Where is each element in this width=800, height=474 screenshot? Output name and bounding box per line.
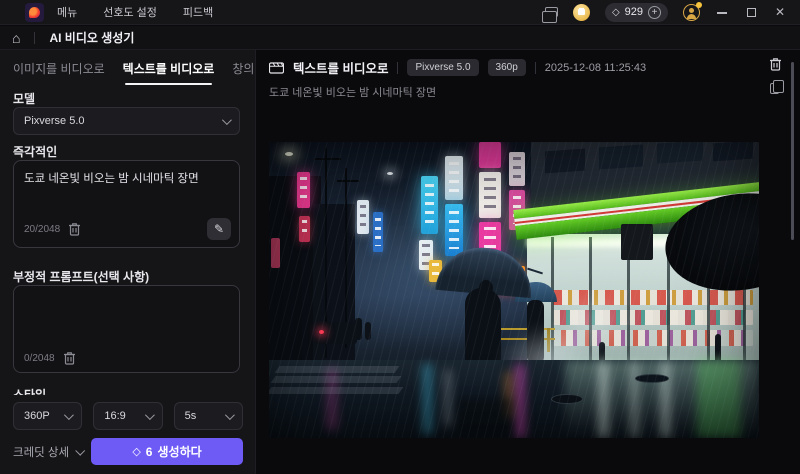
copy-prompt-icon[interactable] <box>770 80 784 94</box>
add-credits-icon[interactable]: + <box>648 5 661 19</box>
negative-counter: 0/2048 <box>24 352 55 364</box>
close-button[interactable]: ✕ <box>773 5 787 19</box>
prompt-text: 도쿄 네온빛 비오는 밤 시네마틱 장면 <box>24 173 199 185</box>
mode-tabs: 이미지를 비디오로 텍스트를 비디오로 창의적인 효과 <box>13 60 255 85</box>
vignette <box>269 142 759 438</box>
clear-negative-icon[interactable] <box>63 351 76 365</box>
home-icon[interactable]: ⌂ <box>12 31 20 45</box>
account-icon[interactable] <box>683 1 702 21</box>
titlebar: 메뉴 선호도 설정 피드백 ◇ 929 + ✕ <box>0 0 800 25</box>
duration-select[interactable]: 5s <box>173 402 243 430</box>
chevron-down-icon <box>224 409 235 420</box>
model-label: 모델 <box>13 92 36 106</box>
aspect-ratio-select[interactable]: 16:9 <box>93 402 163 430</box>
credits-detail-toggle[interactable]: 크레딧 상세 <box>13 444 86 460</box>
resolution-badge: 360p <box>487 59 526 76</box>
minimize-icon <box>717 12 727 14</box>
credits-pill[interactable]: ◇ 929 + <box>604 2 668 22</box>
chevron-down-icon <box>144 409 155 420</box>
result-prompt-line: 도쿄 네온빛 비오는 밤 시네마틱 장면 <box>269 87 437 99</box>
negative-prompt-textarea[interactable]: 0/2048 <box>13 285 240 373</box>
style-label-clipped: 스타일 <box>13 388 47 395</box>
diamond-icon: ◇ <box>132 446 141 458</box>
prompt-label: 즉각적인 <box>13 145 58 159</box>
chevron-down-icon <box>75 445 86 456</box>
menu-item-menu[interactable]: 메뉴 <box>57 4 77 20</box>
generate-cost: 6 <box>145 444 153 459</box>
settings-panel: 이미지를 비디오로 텍스트를 비디오로 창의적인 효과 모델 Pixverse … <box>0 50 256 474</box>
model-badge: Pixverse 5.0 <box>407 59 479 76</box>
result-title: 텍스트를 비디오로 <box>293 62 389 76</box>
navbar: ⌂ AI 비디오 생성기 <box>0 26 800 50</box>
aspect-ratio-value: 16:9 <box>104 410 126 422</box>
resolution-value: 360P <box>24 410 50 422</box>
video-preview[interactable] <box>269 142 759 438</box>
resolution-select[interactable]: 360P <box>13 402 83 430</box>
credits-count: 929 <box>624 6 643 18</box>
ai-rewrite-button[interactable]: ✎ <box>207 218 231 240</box>
prompt-textarea[interactable]: 도쿄 네온빛 비오는 밤 시네마틱 장면 20/2048 ✎ <box>13 160 240 248</box>
generate-label: 생성하다 <box>157 445 202 459</box>
logo-glyph <box>29 6 40 18</box>
menu-bar: 메뉴 선호도 설정 피드백 <box>57 4 213 20</box>
menu-item-feedback[interactable]: 피드백 <box>183 4 213 20</box>
delete-result-icon[interactable] <box>769 57 782 71</box>
generation-options: 360P 16:9 5s <box>13 402 243 430</box>
chevron-down-icon <box>221 114 232 125</box>
result-panel: 텍스트를 비디오로 Pixverse 5.0 360p 2025-12-08 1… <box>257 50 800 474</box>
credits-detail-label: 크레딧 상세 <box>13 446 70 459</box>
minimize-button[interactable] <box>715 5 729 19</box>
result-header: 텍스트를 비디오로 Pixverse 5.0 360p 2025-12-08 1… <box>269 58 788 77</box>
mini-window-icon[interactable] <box>541 7 558 23</box>
model-value: Pixverse 5.0 <box>24 115 85 127</box>
app-logo-icon <box>25 2 44 22</box>
prompt-counter: 20/2048 <box>24 223 61 235</box>
vip-gift-icon[interactable] <box>572 3 590 21</box>
app-window: 메뉴 선호도 설정 피드백 ◇ 929 + ✕ ⌂ AI 비디오 생성기 이미지… <box>0 0 800 474</box>
divider <box>397 61 399 74</box>
clear-prompt-icon[interactable] <box>68 222 81 236</box>
chevron-down-icon <box>64 409 75 420</box>
video-clapper-icon <box>269 61 284 74</box>
tab-creative-effects[interactable]: 창의적인 효과 <box>232 60 255 85</box>
timestamp: 2025-12-08 11:25:43 <box>544 61 647 74</box>
menu-item-preferences[interactable]: 선호도 설정 <box>103 4 157 20</box>
tab-image-to-video[interactable]: 이미지를 비디오로 <box>13 60 105 85</box>
duration-value: 5s <box>184 410 197 422</box>
page-title: AI 비디오 생성기 <box>49 31 135 45</box>
maximize-button[interactable] <box>744 5 758 19</box>
generate-button[interactable]: ◇ 6 생성하다 <box>91 438 243 465</box>
model-select[interactable]: Pixverse 5.0 <box>13 107 240 135</box>
negative-prompt-label: 부정적 프롬프트(선택 사항) <box>13 270 150 284</box>
notification-dot <box>696 1 702 8</box>
maximize-icon <box>746 8 756 18</box>
diamond-icon: ◇ <box>611 6 620 18</box>
divider <box>534 61 536 74</box>
scrollbar-thumb[interactable] <box>791 62 794 240</box>
generate-row: 크레딧 상세 ◇ 6 생성하다 <box>13 438 243 465</box>
tab-text-to-video[interactable]: 텍스트를 비디오로 <box>123 60 214 85</box>
divider <box>34 31 36 44</box>
